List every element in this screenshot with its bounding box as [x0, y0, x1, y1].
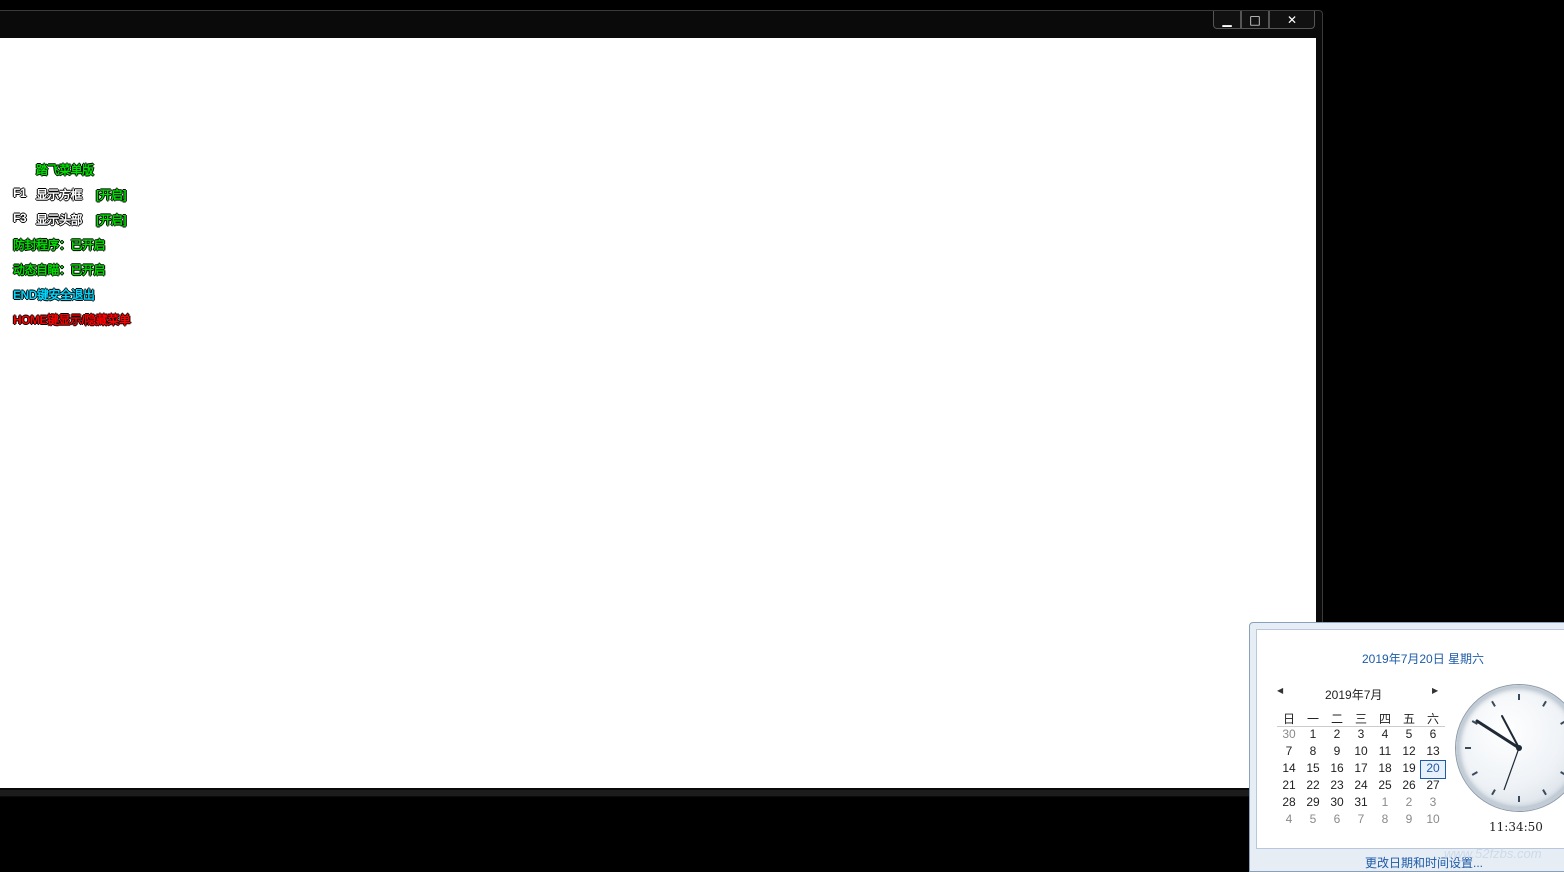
end-key-hint: END键安全退出	[13, 288, 95, 302]
calendar-day[interactable]: 8	[1373, 812, 1397, 829]
next-month-icon[interactable]: ▶	[1432, 686, 1438, 695]
calendar-day[interactable]: 2	[1397, 795, 1421, 812]
calendar-day[interactable]: 14	[1277, 761, 1301, 778]
calendar-day[interactable]: 13	[1421, 744, 1445, 761]
calendar-day[interactable]: 1	[1373, 795, 1397, 812]
anti-ban-status: 防封程序：已开启	[13, 238, 106, 252]
flyout-panel: 2019年7月20日 星期六 ◀ 2019年7月 ▶ 日一二三四五六 30 1 2 3 4…	[1256, 629, 1564, 849]
calendar-day[interactable]: 23	[1325, 778, 1349, 795]
weekday-header: 五	[1397, 710, 1421, 727]
calendar-day[interactable]: 30	[1277, 727, 1301, 744]
game-viewport[interactable]: 踏飞菜单版 F1 显示方框 [开启] F3 显示头部 [开启] 防封程序：已开启…	[0, 38, 1316, 788]
calendar-day[interactable]: 8	[1301, 744, 1325, 761]
window-bottom-border	[0, 790, 1322, 796]
calendar-day[interactable]: 6	[1325, 812, 1349, 829]
calendar-day[interactable]: 5	[1301, 812, 1325, 829]
f1-option-state: [开启]	[96, 188, 127, 202]
clock-ticks	[1465, 694, 1564, 802]
clock-calendar-flyout: 2019年7月20日 星期六 ◀ 2019年7月 ▶ 日一二三四五六 30 1 2 3 4…	[1249, 622, 1564, 872]
caption-buttons: ▁ □ ✕	[1213, 11, 1315, 31]
f1-key-label: F1	[13, 186, 27, 200]
calendar-day[interactable]: 7	[1349, 812, 1373, 829]
calendar-day[interactable]: 7	[1277, 744, 1301, 761]
calendar-day[interactable]: 25	[1373, 778, 1397, 795]
calendar-day[interactable]: 9	[1397, 812, 1421, 829]
f3-option-label: 显示头部	[36, 213, 83, 227]
calendar-day[interactable]: 12	[1397, 744, 1421, 761]
calendar-day[interactable]: 16	[1325, 761, 1349, 778]
home-key-hint: HOME键显示/隐藏菜单	[13, 313, 131, 327]
calendar-day[interactable]: 24	[1349, 778, 1373, 795]
calendar-day[interactable]: 26	[1397, 778, 1421, 795]
calendar-day[interactable]: 3	[1349, 727, 1373, 744]
calendar-day[interactable]: 1	[1301, 727, 1325, 744]
f1-option-label: 显示方框	[36, 188, 83, 202]
calendar-day-today[interactable]: 20	[1420, 760, 1446, 779]
long-date-link[interactable]: 2019年7月20日 星期六	[1362, 650, 1484, 667]
f3-key-label: F3	[13, 211, 27, 225]
weekday-header: 二	[1325, 710, 1349, 727]
minimize-button[interactable]: ▁	[1213, 11, 1241, 29]
overlay-menu-title: 踏飞菜单版	[36, 163, 94, 177]
calendar-day[interactable]: 5	[1397, 727, 1421, 744]
calendar-day[interactable]: 30	[1325, 795, 1349, 812]
aim-status: 动态自瞄：已开启	[13, 263, 106, 277]
second-hand	[1503, 747, 1520, 791]
f3-option-state: [开启]	[96, 213, 127, 227]
calendar-day[interactable]: 10	[1421, 812, 1445, 829]
calendar-day[interactable]: 22	[1301, 778, 1325, 795]
calendar-day[interactable]: 11	[1373, 744, 1397, 761]
calendar-day[interactable]: 27	[1421, 778, 1445, 795]
calendar-day[interactable]: 15	[1301, 761, 1325, 778]
calendar-day[interactable]: 19	[1397, 761, 1421, 778]
calendar-day[interactable]: 29	[1301, 795, 1325, 812]
calendar-day[interactable]: 21	[1277, 778, 1301, 795]
analog-clock	[1456, 685, 1564, 811]
calendar-day[interactable]: 28	[1277, 795, 1301, 812]
calendar-day[interactable]: 18	[1373, 761, 1397, 778]
calendar-day[interactable]: 10	[1349, 744, 1373, 761]
calendar-day[interactable]: 6	[1421, 727, 1445, 744]
month-title[interactable]: 2019年7月	[1325, 686, 1382, 703]
calendar-day[interactable]: 9	[1325, 744, 1349, 761]
calendar-day[interactable]: 17	[1349, 761, 1373, 778]
weekday-header: 一	[1301, 710, 1325, 727]
calendar-day[interactable]: 4	[1373, 727, 1397, 744]
calendar-grid: 日一二三四五六 30 1 2 3 4 5 6 7 8 9 10 11 12 13 14 15 16 17 18 19 20…	[1277, 710, 1446, 829]
close-button[interactable]: ✕	[1269, 11, 1315, 29]
calendar-day[interactable]: 3	[1421, 795, 1445, 812]
weekday-header: 三	[1349, 710, 1373, 727]
calendar-day[interactable]: 2	[1325, 727, 1349, 744]
weekday-header: 四	[1373, 710, 1397, 727]
watermark-text: www.52fzbs.com	[1444, 846, 1542, 861]
weekday-header: 六	[1421, 710, 1445, 727]
calendar-day[interactable]: 31	[1349, 795, 1373, 812]
weekday-header: 日	[1277, 710, 1301, 727]
calendar-day[interactable]: 4	[1277, 812, 1301, 829]
maximize-button[interactable]: □	[1241, 11, 1269, 29]
prev-month-icon[interactable]: ◀	[1277, 686, 1283, 695]
digital-time: 11:34:50	[1489, 820, 1543, 834]
